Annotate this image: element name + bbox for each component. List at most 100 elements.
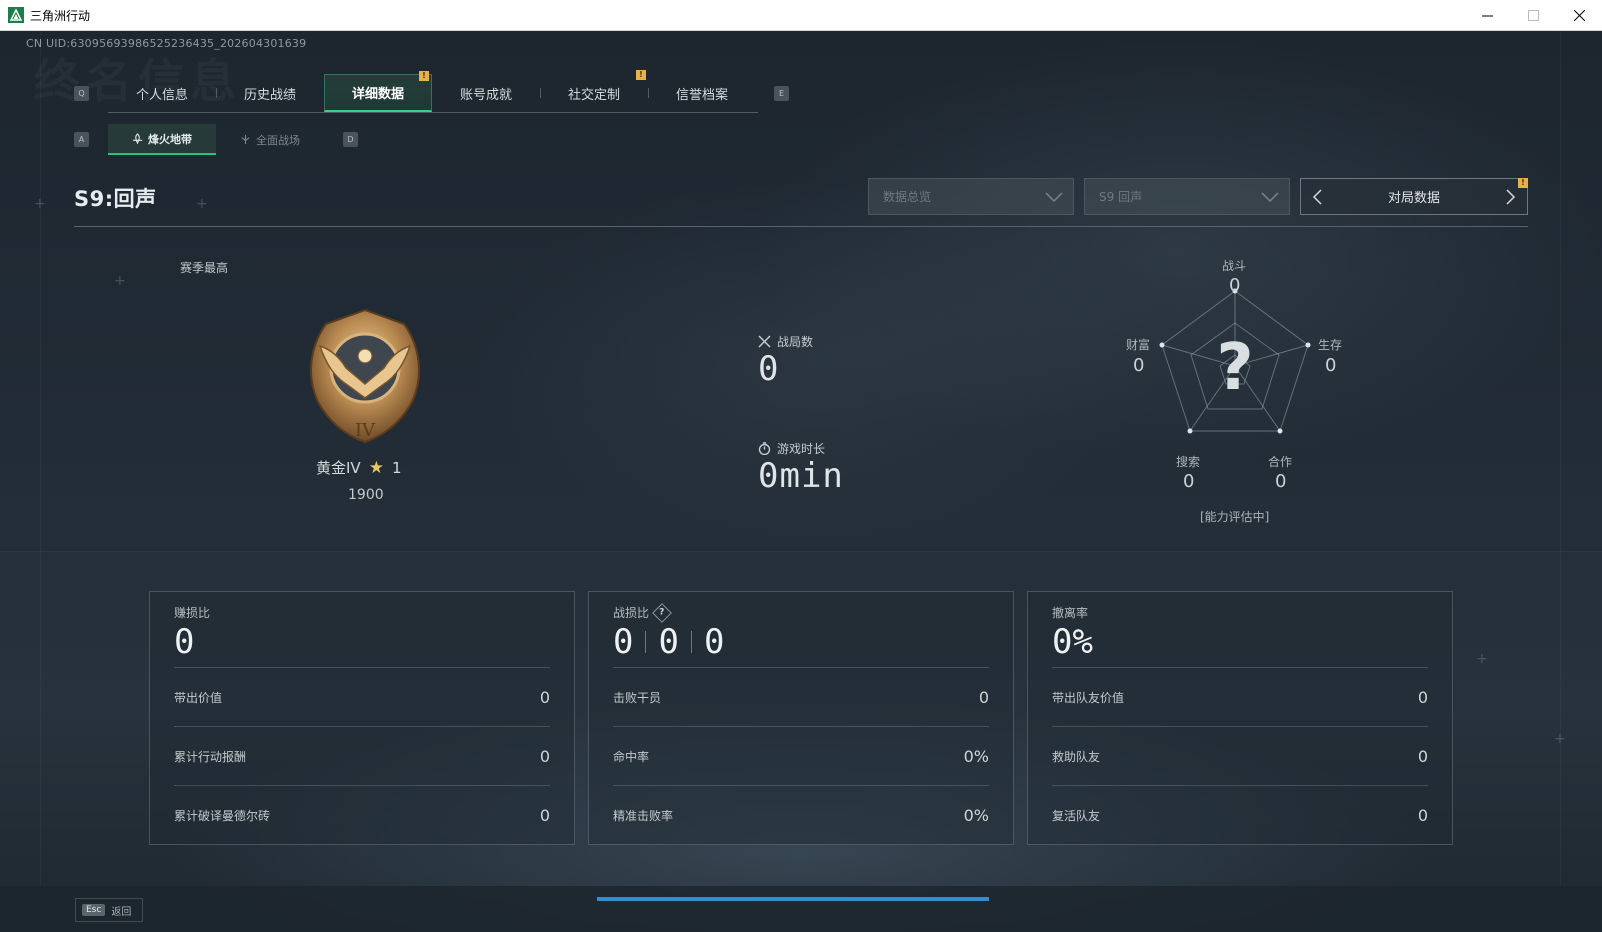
medal-numeral: IV: [355, 420, 376, 441]
radar-value-survival: 0: [1325, 355, 1337, 376]
stat-row: 带出队友价值 0: [1052, 667, 1428, 726]
kd-value: 0: [613, 622, 634, 662]
tab-label: 历史战绩: [243, 87, 296, 103]
window-titlebar: 三角洲行动: [0, 0, 1602, 31]
back-button[interactable]: Esc 返回: [75, 898, 143, 922]
kd-value: 0: [658, 622, 679, 662]
chevron-down-icon: [1045, 192, 1063, 203]
key-hint-e[interactable]: E: [774, 86, 789, 101]
key-hint-q[interactable]: Q: [74, 86, 89, 101]
key-hint-a[interactable]: A: [74, 132, 89, 147]
kd-values: 0 0 0: [613, 622, 724, 662]
stat-row: 命中率 0%: [613, 726, 989, 785]
key-hint-d[interactable]: D: [343, 132, 358, 147]
stopwatch-icon: [758, 442, 771, 455]
stat-row: 救助队友 0: [1052, 726, 1428, 785]
close-icon: [1573, 10, 1585, 21]
profit-card: 赚损比 0 带出价值 0 累计行动报酬 0 累计破译曼德尔砖 0: [149, 591, 575, 845]
stat-label: 带出队友价值: [1052, 690, 1125, 705]
stat-value: 0: [539, 746, 550, 766]
radar-vertex: [1187, 428, 1193, 434]
sub-tab-bar: 烽火地带 全面战场: [108, 124, 324, 155]
stat-row: 精准击败率 0%: [613, 785, 989, 844]
matches-label-text: 战局数: [777, 335, 814, 349]
value-separator: [690, 631, 692, 653]
radar-label-combat: 战斗: [1222, 259, 1247, 273]
app-logo-icon: [8, 7, 24, 23]
stat-label: 击败干员: [613, 690, 662, 705]
gold-rank-medal-icon: IV: [310, 308, 420, 444]
radar-label-search: 搜索: [1176, 455, 1201, 469]
stat-value: 0: [1417, 746, 1428, 766]
stat-label: 命中率: [613, 749, 650, 764]
crosshair-mark: +: [34, 196, 46, 212]
radar-vertex: [1277, 428, 1283, 434]
crosshair-mark: +: [1554, 731, 1566, 747]
crosshair-mark: +: [1476, 651, 1488, 667]
chevron-left-icon[interactable]: [1311, 189, 1323, 205]
card-big-value: 0: [174, 622, 195, 662]
tab-reputation[interactable]: 信誉档案: [648, 74, 756, 112]
rank-tier: 黄金IV: [316, 459, 361, 477]
back-label: 返回: [111, 906, 132, 918]
maximize-button[interactable]: [1510, 0, 1556, 31]
grid-line: [1560, 31, 1561, 932]
subtab-extraction[interactable]: 烽火地带: [108, 124, 216, 155]
grid-line: [40, 31, 41, 932]
help-mark: ?: [659, 607, 665, 618]
dropdown-value: S9 回声: [1099, 190, 1143, 204]
tab-social-custom[interactable]: 社交定制 !: [540, 70, 648, 112]
stat-value: 0%: [963, 805, 989, 825]
extract-card: 撤离率 0% 带出队友价值 0 救助队友 0 复活队友 0: [1027, 591, 1453, 845]
subtab-battlefield[interactable]: 全面战场: [216, 124, 324, 155]
battlefield-icon: [241, 134, 250, 145]
stat-row: 击败干员 0: [613, 667, 989, 726]
stat-value: 0: [1417, 805, 1428, 825]
help-icon[interactable]: ?: [652, 602, 672, 623]
playtime-label: 游戏时长: [758, 440, 825, 457]
playtime-value: 0min: [758, 456, 844, 496]
rank-score: 1900: [348, 487, 384, 503]
card-big-value: 0%: [1052, 622, 1093, 662]
match-data-pager: 对局数据 !: [1300, 178, 1528, 215]
chevron-down-icon: [1261, 192, 1279, 203]
stat-value: 0: [1417, 687, 1428, 707]
crosshair-mark: +: [196, 196, 208, 212]
matches-value: 0: [758, 349, 780, 389]
card-title: 撤离率: [1052, 606, 1089, 620]
tab-history[interactable]: 历史战绩: [216, 74, 324, 112]
matches-label: 战局数: [758, 333, 813, 350]
dropdown-value: 数据总览: [883, 190, 932, 204]
tab-achievements[interactable]: 账号成就: [432, 74, 540, 112]
tab-detailed-data[interactable]: 详细数据 !: [324, 71, 432, 112]
season-title: S9:回声: [74, 187, 157, 211]
stat-value: 0: [539, 687, 550, 707]
grid-line: [0, 551, 1602, 552]
kd-card: 战损比 ? 0 0 0 击败干员 0 命中率 0% 精准击败率 0%: [588, 591, 1014, 845]
radar-label-coop: 合作: [1268, 455, 1293, 469]
rank-tier-row: 黄金IV ★ 1: [316, 457, 401, 478]
chevron-right-icon[interactable]: [1505, 189, 1517, 205]
subtab-label: 全面战场: [256, 133, 300, 147]
radar-label-survival: 生存: [1318, 338, 1343, 352]
minimize-button[interactable]: [1464, 0, 1510, 31]
crosshair-mark: +: [114, 273, 126, 289]
notification-badge: !: [1518, 178, 1528, 188]
maximize-icon: [1527, 10, 1539, 21]
crossed-swords-icon: [758, 335, 771, 348]
value-separator: [645, 631, 647, 653]
data-overview-dropdown[interactable]: 数据总览: [868, 178, 1074, 215]
stat-label: 累计破译曼德尔砖: [174, 808, 271, 823]
rank-stars: 1: [391, 458, 402, 477]
subtab-label: 烽火地带: [148, 132, 192, 146]
close-button[interactable]: [1556, 0, 1602, 31]
card-title: 战损比: [613, 606, 650, 620]
tab-label: 详细数据: [351, 87, 404, 102]
tab-label: 社交定制: [567, 87, 620, 103]
season-dropdown[interactable]: S9 回声: [1084, 178, 1290, 215]
card-title: 赚损比: [174, 606, 211, 620]
stat-row: 复活队友 0: [1052, 785, 1428, 844]
pager-label: 对局数据: [1387, 191, 1440, 206]
radar-evaluating-note: [能力评估中]: [1200, 510, 1270, 524]
tab-personal-info[interactable]: 个人信息: [108, 74, 216, 112]
